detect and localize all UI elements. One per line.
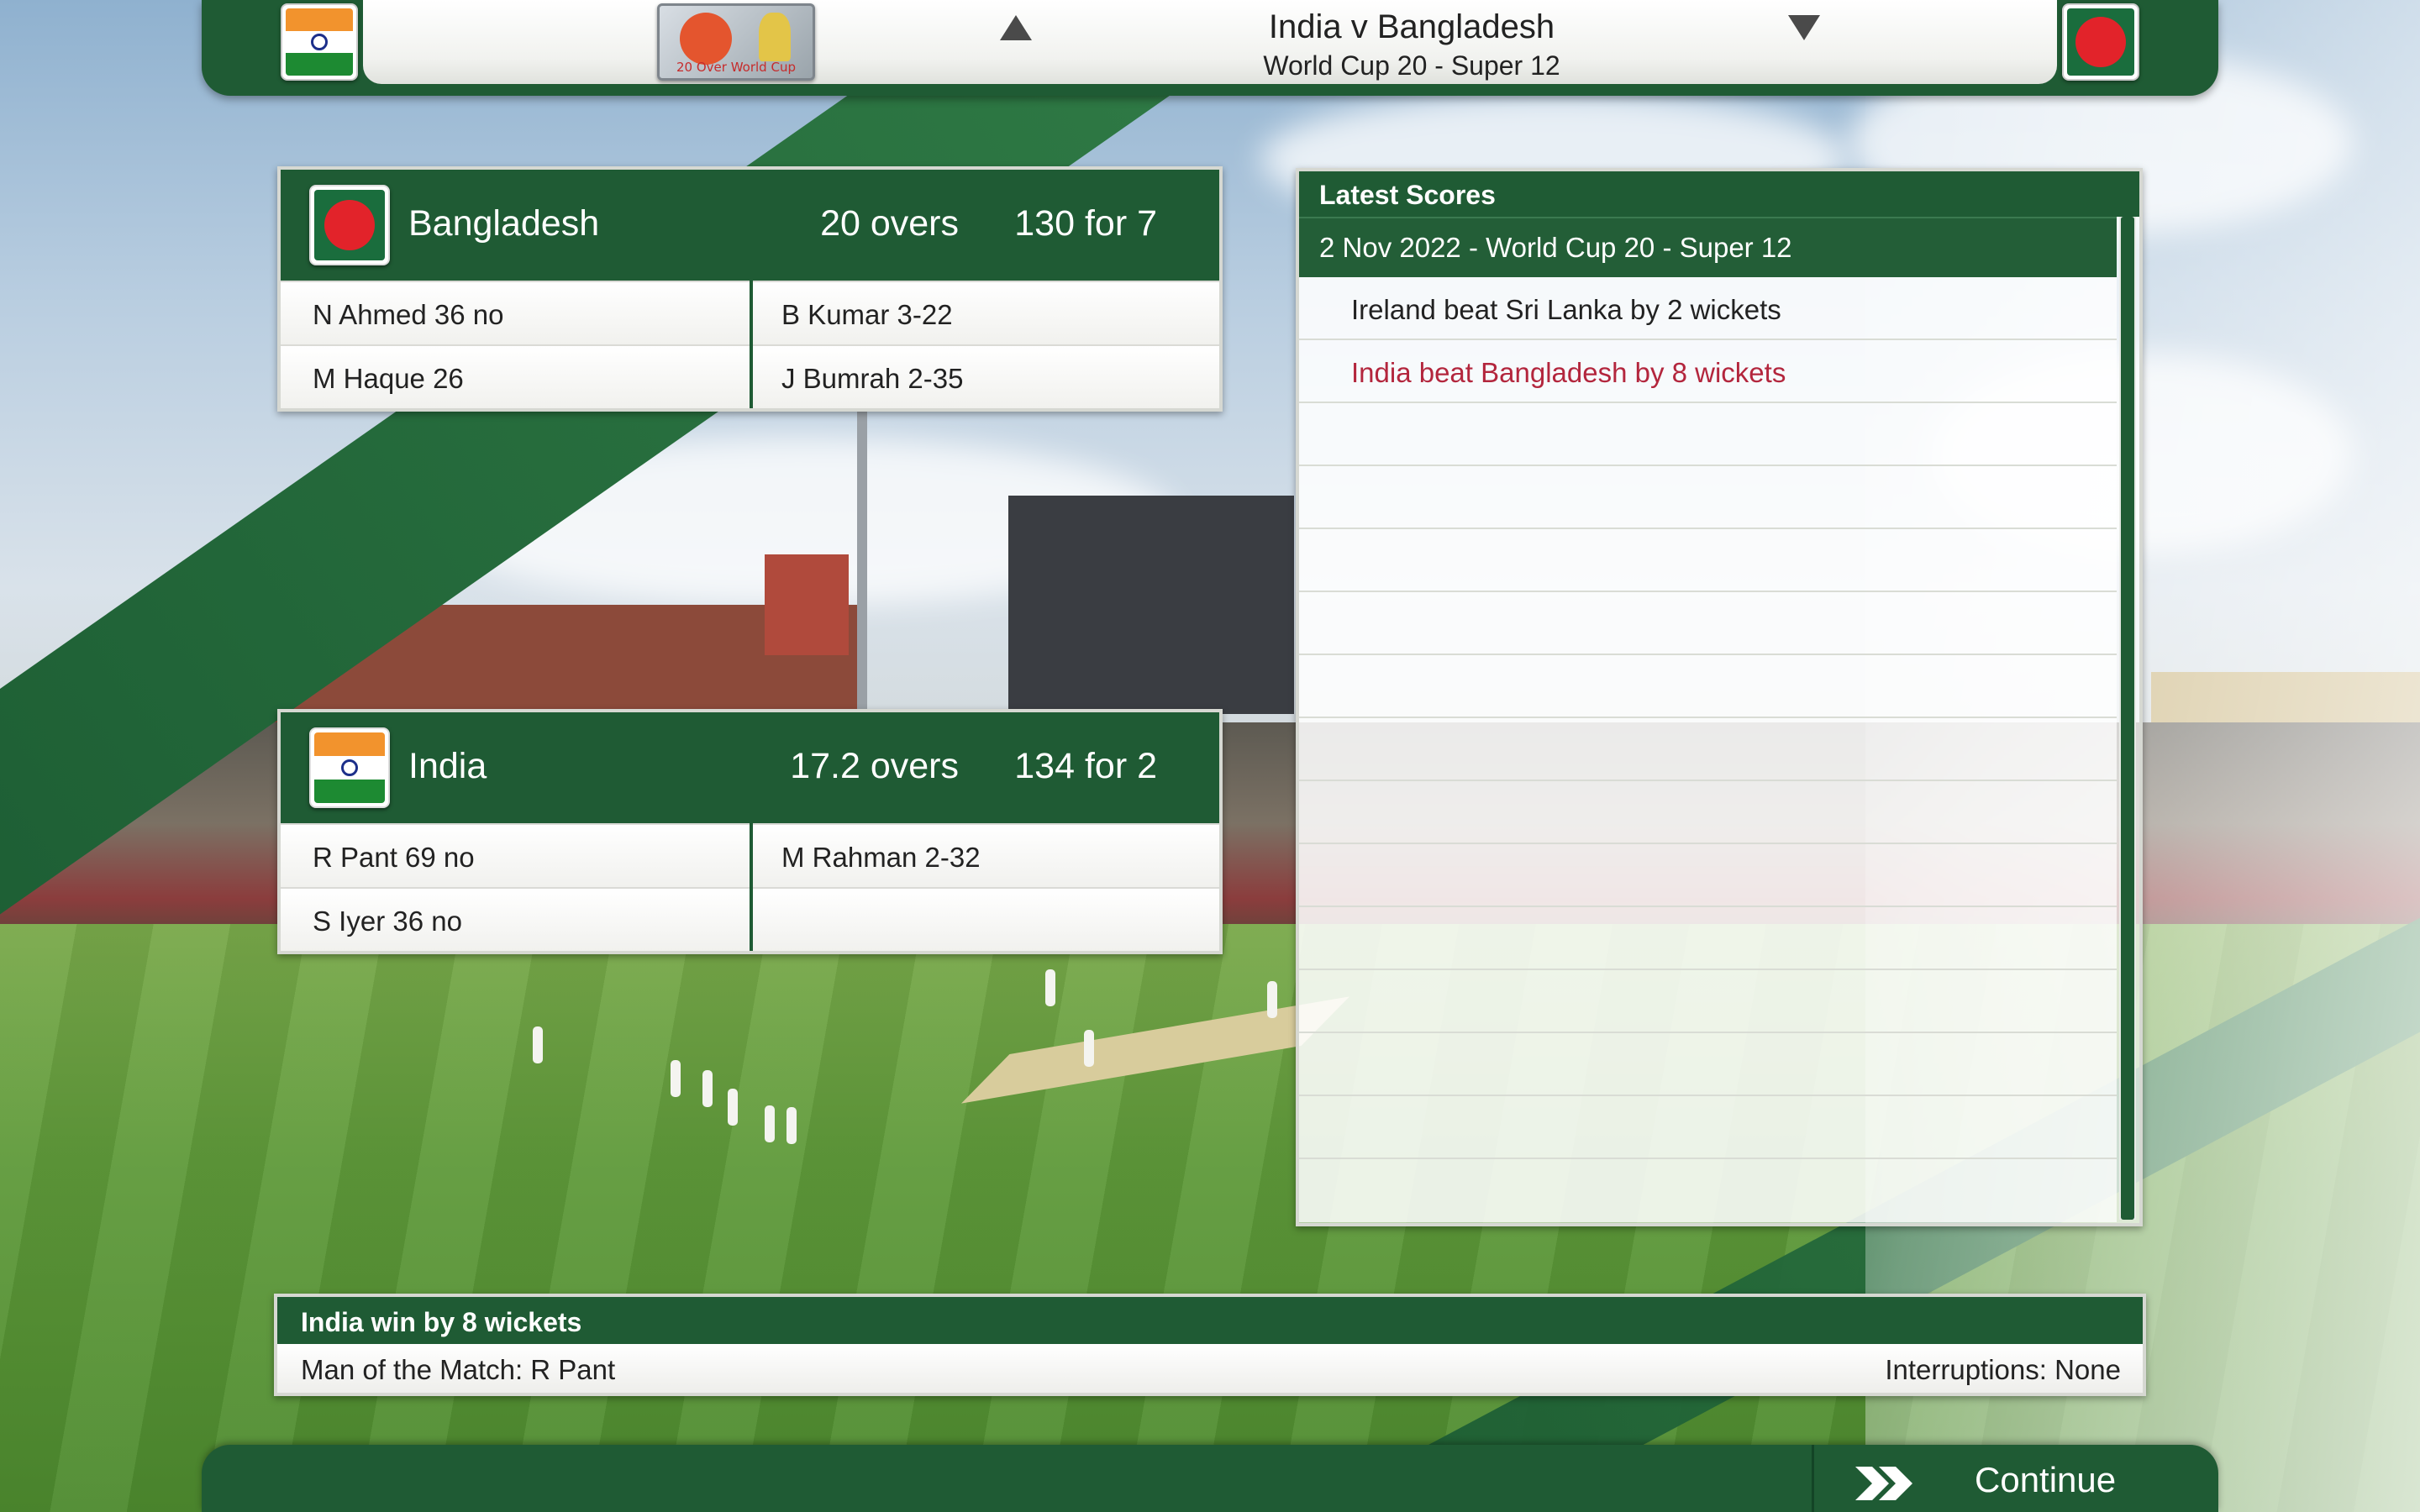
team-name: India: [408, 746, 487, 786]
list-item-selected[interactable]: India beat Bangladesh by 8 wickets: [1299, 340, 2117, 403]
overs: 20 overs: [820, 203, 959, 244]
interruptions: Interruptions: None: [1885, 1354, 2121, 1385]
footer-divider: [1812, 1445, 1814, 1512]
list-item-empty: [1299, 970, 2117, 1033]
match-result-panel: India win by 8 wickets Man of the Match:…: [274, 1294, 2146, 1396]
top-batter: M Haque 26: [313, 363, 464, 394]
list-item-empty: [1299, 529, 2117, 592]
fielder: [728, 1089, 738, 1126]
match-header: 20 Over World Cup India v Bangladesh Wor…: [202, 0, 2218, 96]
next-match-arrow-icon[interactable]: [1788, 15, 1820, 40]
latest-scores-date-heading: 2 Nov 2022 - World Cup 20 - Super 12: [1299, 217, 2117, 277]
list-item-empty: [1299, 1159, 2117, 1222]
tower-building: [1008, 496, 1294, 714]
latest-scores-title: Latest Scores: [1299, 171, 2139, 217]
floodlight-pole: [857, 412, 867, 714]
fielder: [671, 1060, 681, 1097]
innings-panel-india: India 17.2 overs 134 for 2 R Pant 69 no …: [277, 709, 1223, 954]
top-bowler: B Kumar 3-22: [781, 299, 953, 330]
competition-logo: 20 Over World Cup: [657, 3, 815, 81]
continue-label: Continue: [1975, 1460, 2117, 1499]
man-of-the-match: Man of the Match: R Pant: [301, 1354, 616, 1385]
continue-button[interactable]: Continue: [1815, 1445, 2218, 1512]
list-item-empty: [1299, 907, 2117, 970]
match-title: India v Bangladesh: [1268, 8, 1555, 45]
innings-panel-bangladesh: Bangladesh 20 overs 130 for 7 N Ahmed 36…: [277, 166, 1223, 412]
result-headline: India win by 8 wickets: [277, 1297, 2143, 1344]
result-details: Man of the Match: R Pant Interruptions: …: [277, 1344, 2143, 1393]
latest-scores-list: Ireland beat Sri Lanka by 2 wickets Indi…: [1299, 277, 2117, 1222]
india-flag-icon: [281, 3, 358, 81]
red-building: [765, 554, 849, 655]
column-divider: [750, 823, 753, 951]
fielder: [533, 1026, 543, 1063]
scrollbar-thumb[interactable]: [2121, 217, 2134, 1220]
list-item-empty: [1299, 466, 2117, 529]
innings-header: India 17.2 overs 134 for 2: [281, 712, 1219, 823]
list-item-empty: [1299, 1033, 2117, 1096]
score: 130 for 7: [1014, 203, 1157, 244]
overs: 17.2 overs: [790, 746, 959, 786]
list-item-empty: [1299, 718, 2117, 781]
bangladesh-flag-icon: [309, 185, 390, 265]
india-flag-icon: [309, 727, 390, 808]
batter: [1084, 1030, 1094, 1067]
top-bowler: J Bumrah 2-35: [781, 363, 964, 394]
top-batter: N Ahmed 36 no: [313, 299, 504, 330]
list-item-empty: [1299, 781, 2117, 844]
fielder: [1267, 981, 1277, 1018]
column-divider: [750, 281, 753, 408]
double-chevron-right-icon: [1855, 1467, 1912, 1500]
latest-scores-panel: Latest Scores 2 Nov 2022 - World Cup 20 …: [1296, 168, 2143, 1226]
list-item-empty: [1299, 403, 2117, 466]
bangladesh-flag-icon: [2062, 3, 2139, 81]
fielder: [702, 1070, 713, 1107]
fielder: [1045, 969, 1055, 1006]
match-header-panel: 20 Over World Cup India v Bangladesh Wor…: [363, 0, 2057, 84]
list-item-empty: [1299, 844, 2117, 907]
fielder: [765, 1105, 775, 1142]
list-item-empty: [1299, 592, 2117, 655]
scrollbar[interactable]: [2119, 217, 2136, 1220]
fielder: [786, 1107, 797, 1144]
footer-bar: Continue: [202, 1445, 2218, 1512]
score: 134 for 2: [1014, 746, 1157, 786]
list-item-empty: [1299, 655, 2117, 718]
top-batter: R Pant 69 no: [313, 842, 475, 873]
top-batter: S Iyer 36 no: [313, 906, 462, 937]
top-bowler: M Rahman 2-32: [781, 842, 981, 873]
list-item-empty: [1299, 1096, 2117, 1159]
match-subtitle: World Cup 20 - Super 12: [1263, 50, 1560, 81]
previous-match-arrow-icon[interactable]: [1000, 15, 1032, 40]
list-item[interactable]: Ireland beat Sri Lanka by 2 wickets: [1299, 277, 2117, 340]
team-name: Bangladesh: [408, 203, 600, 244]
innings-header: Bangladesh 20 overs 130 for 7: [281, 170, 1219, 281]
